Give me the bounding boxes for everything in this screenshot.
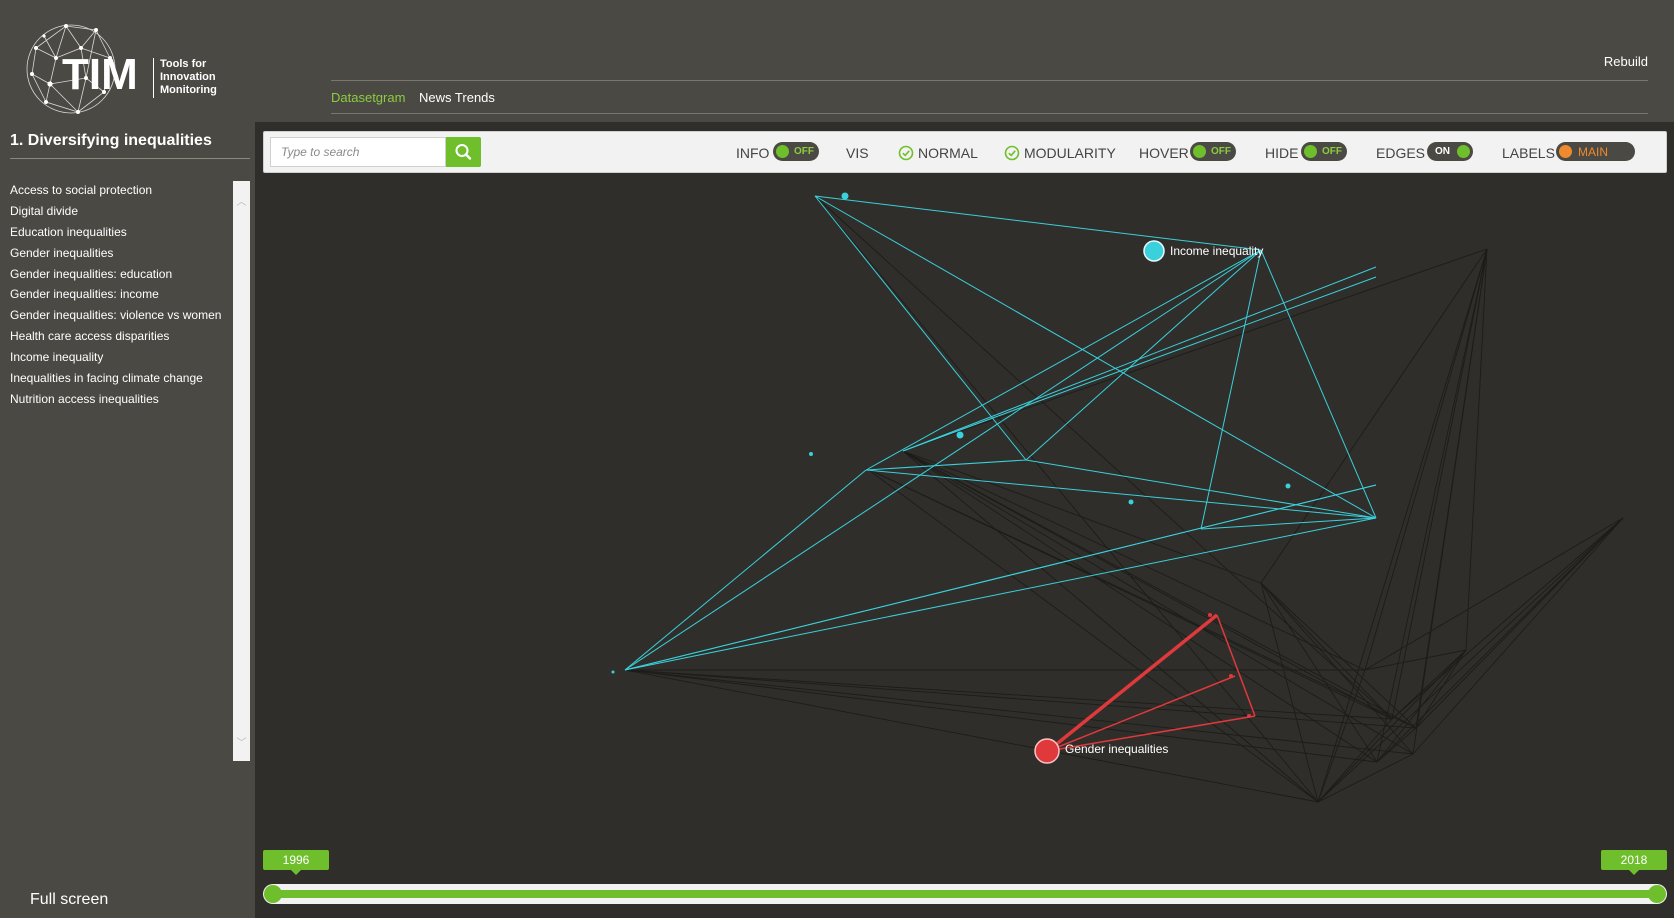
normal-label: NORMAL bbox=[918, 145, 978, 161]
edges-label: EDGES bbox=[1376, 145, 1426, 161]
logo-tagline: Tools for Innovation Monitoring bbox=[160, 58, 217, 96]
header: TIM Tools for Innovation Monitoring Rebu… bbox=[0, 0, 1674, 122]
gender-inequalities-label: Gender inequalities bbox=[1065, 742, 1168, 756]
graph-node[interactable] bbox=[1285, 483, 1291, 489]
graph-node[interactable] bbox=[809, 452, 813, 456]
rebuild-link[interactable]: Rebuild bbox=[1604, 54, 1648, 69]
hide-toggle-state: OFF bbox=[1322, 146, 1342, 157]
sidebar-title: 1. Diversifying inequalities bbox=[10, 132, 212, 149]
graph-node[interactable] bbox=[1247, 714, 1251, 718]
graph-node[interactable] bbox=[841, 192, 849, 200]
hover-label: HOVER bbox=[1139, 145, 1189, 161]
edges-toggle[interactable]: ON bbox=[1427, 142, 1473, 161]
year-range-slider[interactable]: 1996 2018 bbox=[263, 850, 1667, 910]
slider-track[interactable] bbox=[263, 884, 1667, 904]
network-graph[interactable]: Income inequality Gender inequalities bbox=[255, 173, 1674, 845]
info-toggle[interactable]: OFF bbox=[773, 142, 819, 161]
labels-toggle-state: MAIN bbox=[1578, 145, 1608, 159]
toggle-knob bbox=[1457, 145, 1470, 158]
nav-tabs: Datasetgram News Trends bbox=[331, 90, 505, 105]
topic-list: Access to social protection Digital divi… bbox=[10, 180, 230, 410]
gender-inequalities-node[interactable] bbox=[1034, 738, 1060, 764]
chevron-down-icon[interactable]: ﹀ bbox=[233, 734, 250, 749]
graph-node[interactable] bbox=[956, 431, 964, 439]
tim-logo: TIM Tools for Innovation Monitoring bbox=[26, 18, 226, 120]
topic-item-health-care-access[interactable]: Health care access disparities bbox=[10, 326, 230, 347]
nav-divider-top bbox=[331, 80, 1648, 81]
sidebar-title-divider bbox=[10, 158, 250, 159]
red-edges bbox=[1046, 613, 1256, 753]
slider-fill bbox=[271, 890, 1659, 898]
check-circle-icon bbox=[1004, 145, 1020, 161]
hover-toggle-state: OFF bbox=[1211, 146, 1231, 157]
topic-item-gender-inequalities-education[interactable]: Gender inequalities: education bbox=[10, 264, 230, 285]
search-button[interactable] bbox=[446, 137, 481, 167]
cyan-edges bbox=[624, 195, 1377, 671]
sidebar: 1. Diversifying inequalities Access to s… bbox=[0, 122, 255, 918]
toggle-knob bbox=[1193, 145, 1206, 158]
income-inequality-node[interactable] bbox=[1143, 240, 1165, 262]
end-year-handle[interactable] bbox=[1648, 885, 1666, 903]
hide-label: HIDE bbox=[1265, 145, 1299, 161]
topic-item-nutrition-access[interactable]: Nutrition access inequalities bbox=[10, 389, 230, 410]
logo-wordmark: TIM bbox=[62, 50, 138, 99]
toggle-knob bbox=[1559, 145, 1572, 158]
topic-list-scrollbar[interactable]: ︿ ﹀ bbox=[233, 181, 250, 761]
tab-datasetgram[interactable]: Datasetgram bbox=[331, 90, 405, 105]
dark-edges bbox=[624, 195, 1624, 803]
chevron-up-icon[interactable]: ︿ bbox=[233, 193, 250, 208]
topic-item-gender-inequalities-income[interactable]: Gender inequalities: income bbox=[10, 284, 230, 305]
info-label: INFO bbox=[736, 145, 770, 161]
edges-toggle-state: ON bbox=[1435, 146, 1450, 157]
hide-toggle[interactable]: OFF bbox=[1301, 142, 1347, 161]
graph-toolbar: INFO OFF VIS NORMAL MODULARITY HOVER OFF… bbox=[263, 131, 1667, 173]
modularity-label: MODULARITY bbox=[1024, 145, 1116, 161]
logo-divider bbox=[153, 58, 154, 98]
graph-node[interactable] bbox=[611, 670, 615, 674]
tab-news-trends[interactable]: News Trends bbox=[419, 90, 495, 105]
cyan-edges-extra bbox=[624, 484, 1377, 671]
topic-item-gender-inequalities[interactable]: Gender inequalities bbox=[10, 243, 230, 264]
labels-label: LABELS bbox=[1502, 145, 1555, 161]
vis-label: VIS bbox=[846, 145, 869, 161]
income-inequality-label: Income inequality bbox=[1170, 244, 1263, 258]
graph-node[interactable] bbox=[1229, 674, 1233, 678]
topic-item-access-to-social-protection[interactable]: Access to social protection bbox=[10, 180, 230, 201]
topic-item-gender-inequalities-violence[interactable]: Gender inequalities: violence vs women bbox=[10, 305, 230, 326]
start-year-handle[interactable] bbox=[264, 885, 282, 903]
search-input[interactable] bbox=[270, 137, 446, 167]
toggle-knob bbox=[1304, 145, 1317, 158]
topic-item-income-inequality[interactable]: Income inequality bbox=[10, 347, 230, 368]
start-year-badge: 1996 bbox=[263, 850, 329, 875]
graph-node[interactable] bbox=[1128, 499, 1134, 505]
hover-toggle[interactable]: OFF bbox=[1190, 142, 1236, 161]
search-icon bbox=[455, 144, 472, 160]
labels-toggle[interactable]: MAIN bbox=[1556, 142, 1635, 161]
fullscreen-button[interactable]: Full screen bbox=[30, 891, 108, 909]
end-year-badge: 2018 bbox=[1601, 850, 1667, 875]
info-toggle-state: OFF bbox=[794, 146, 814, 157]
topic-item-digital-divide[interactable]: Digital divide bbox=[10, 201, 230, 222]
toggle-knob bbox=[776, 145, 789, 158]
graph-node[interactable] bbox=[1208, 613, 1212, 617]
nav-divider-bottom bbox=[331, 113, 1648, 114]
topic-item-climate-change[interactable]: Inequalities in facing climate change bbox=[10, 368, 230, 389]
check-circle-icon bbox=[898, 145, 914, 161]
topic-item-education-inequalities[interactable]: Education inequalities bbox=[10, 222, 230, 243]
